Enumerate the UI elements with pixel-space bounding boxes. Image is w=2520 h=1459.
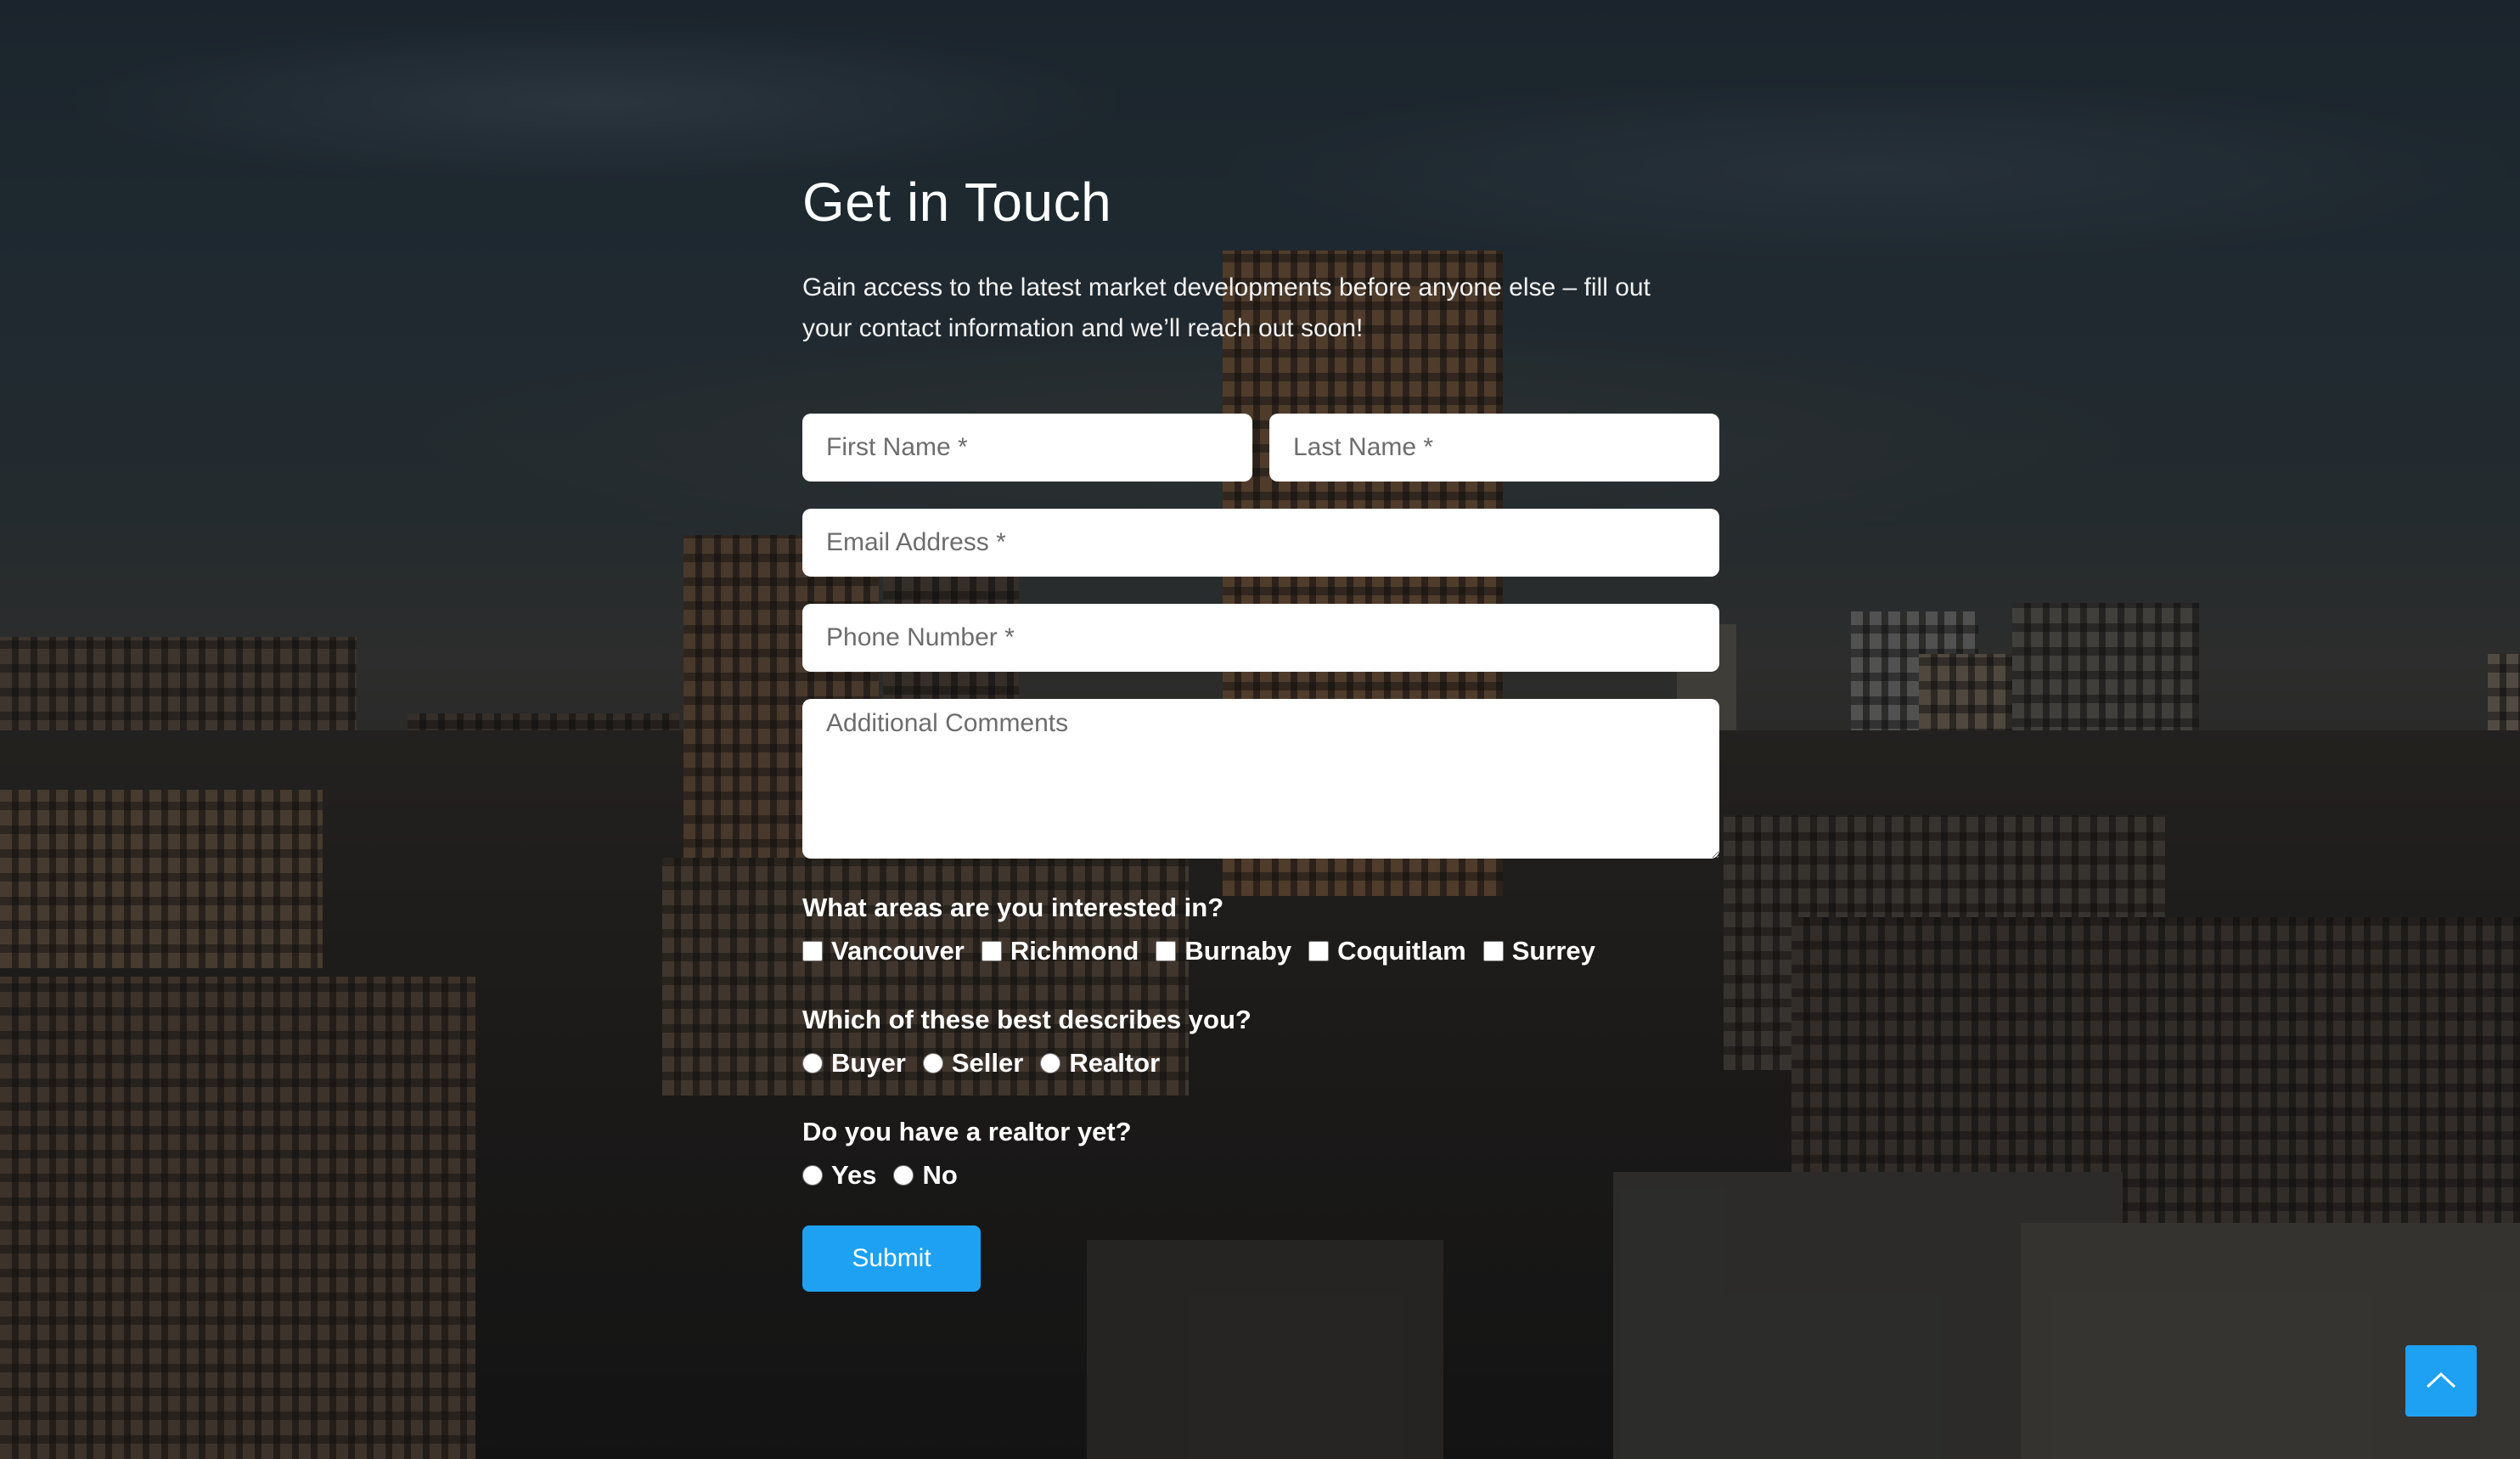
comments-textarea[interactable] (802, 698, 1719, 859)
form-title: Get in Touch (802, 172, 1112, 233)
submit-button[interactable]: Submit (802, 1225, 981, 1292)
email-input[interactable] (802, 508, 1719, 577)
role-label: Seller (951, 1047, 1024, 1078)
role-question: Which of these best describes you? (802, 1004, 1252, 1034)
area-option-burnaby[interactable]: Burnaby (1156, 936, 1291, 966)
burnaby-checkbox[interactable] (1156, 940, 1177, 961)
first-name-input[interactable] (802, 413, 1252, 482)
realtor-answer-label: No (922, 1159, 958, 1190)
realtor-radio[interactable] (1040, 1052, 1061, 1073)
area-label: Surrey (1511, 935, 1595, 966)
contact-form: Get in Touch Gain access to the latest m… (802, 170, 1719, 1292)
realtor-question: Do you have a realtor yet? (802, 1116, 1132, 1146)
scroll-to-top-button[interactable] (2405, 1345, 2477, 1417)
area-option-surrey[interactable]: Surrey (1482, 935, 1595, 966)
coquitlam-checkbox[interactable] (1308, 940, 1330, 961)
area-label: Vancouver (831, 935, 965, 966)
vancouver-checkbox[interactable] (802, 940, 823, 961)
areas-question: What areas are you interested in? (802, 892, 1224, 922)
realtor-options: Yes No (802, 1158, 1719, 1193)
realtor-option-yes[interactable]: Yes (802, 1160, 876, 1191)
role-label: Buyer (831, 1047, 906, 1078)
area-label: Burnaby (1184, 935, 1292, 966)
richmond-checkbox[interactable] (981, 940, 1002, 961)
area-label: Richmond (1010, 935, 1139, 966)
realtor-option-no[interactable]: No (893, 1159, 958, 1191)
name-row (802, 413, 1719, 482)
no-radio[interactable] (893, 1164, 914, 1186)
last-name-input[interactable] (1269, 413, 1719, 482)
role-options: Buyer Seller Realtor (802, 1045, 1719, 1081)
phone-input[interactable] (802, 603, 1719, 672)
seller-radio[interactable] (922, 1052, 943, 1073)
yes-radio[interactable] (802, 1164, 823, 1186)
area-option-richmond[interactable]: Richmond (981, 935, 1139, 966)
role-option-buyer[interactable]: Buyer (802, 1048, 906, 1079)
role-option-realtor[interactable]: Realtor (1040, 1048, 1160, 1079)
area-label: Coquitlam (1337, 935, 1466, 966)
role-label: Realtor (1069, 1047, 1161, 1078)
chevron-up-icon (2424, 1370, 2458, 1393)
role-option-seller[interactable]: Seller (922, 1047, 1024, 1079)
area-option-vancouver[interactable]: Vancouver (802, 936, 965, 966)
realtor-answer-label: Yes (831, 1159, 877, 1190)
buyer-radio[interactable] (802, 1052, 823, 1073)
areas-options: Vancouver Richmond Burnaby Coquitlam Sur… (802, 933, 1719, 969)
surrey-checkbox[interactable] (1482, 940, 1504, 961)
form-intro: Gain access to the latest market develop… (802, 273, 1651, 342)
area-option-coquitlam[interactable]: Coquitlam (1308, 936, 1466, 966)
